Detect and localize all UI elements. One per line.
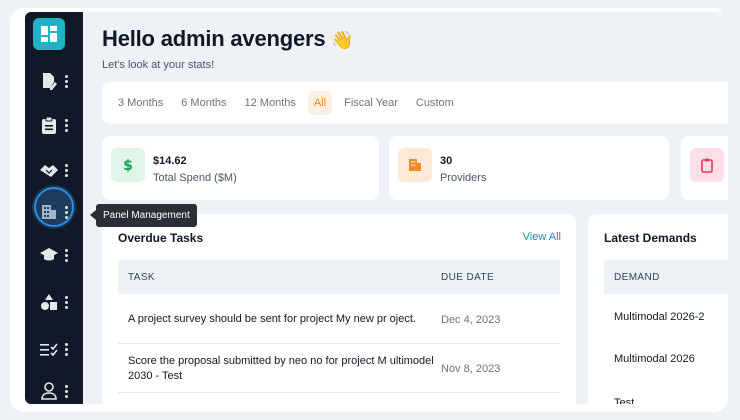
building-icon (39, 202, 59, 222)
dashboard-logo-icon[interactable] (33, 18, 65, 50)
tab-custom[interactable]: Custom (410, 91, 460, 115)
stat-label: Total Spend ($M) (153, 172, 237, 184)
column-header-due-date[interactable]: DUE DATE (441, 272, 494, 283)
sidebar-item-training[interactable] (25, 240, 83, 270)
tab-3-months[interactable]: 3 Months (112, 91, 169, 115)
tab-all[interactable]: All (307, 91, 333, 115)
tab-6-months[interactable]: 6 Months (175, 91, 232, 115)
table-row[interactable]: Score the proposal submitted by neo no f… (118, 345, 560, 393)
column-header-task[interactable]: TASK (118, 272, 441, 283)
task-cell: Score the proposal submitted by neo no f… (128, 354, 434, 382)
user-icon (39, 381, 59, 401)
stat-value: 30 (440, 155, 453, 167)
sidebar-item-categories[interactable] (25, 287, 83, 317)
tab-fiscal-year[interactable]: Fiscal Year (338, 91, 404, 115)
demand-cell: Multimodal 2026-2 (614, 310, 705, 323)
wave-icon: 👋 (331, 30, 354, 50)
table-row[interactable]: Multimodal 2026 (604, 338, 728, 380)
sidebar (25, 12, 83, 404)
shapes-icon (39, 292, 59, 312)
more-options-icon[interactable] (65, 295, 69, 309)
sidebar-item-panel-management[interactable] (25, 197, 83, 227)
sidebar-item-tasks[interactable] (25, 110, 83, 140)
table-row[interactable]: Test (604, 382, 728, 405)
card-title: Latest Demands (604, 231, 697, 245)
sidebar-item-documents[interactable] (25, 66, 83, 96)
stat-label: Providers (440, 172, 487, 184)
clipboard-icon (39, 115, 59, 135)
more-options-icon[interactable] (65, 118, 69, 132)
sidebar-item-partners[interactable] (25, 155, 83, 185)
stat-card-providers[interactable]: 30 Providers (389, 136, 669, 200)
page-title: Hello admin avengers 👋 (102, 26, 354, 52)
graduation-cap-icon (39, 245, 59, 265)
column-header-demand[interactable]: DEMAND (604, 272, 660, 283)
date-range-tabs: 3 Months 6 Months 12 Months All Fiscal Y… (102, 82, 728, 124)
greeting-text: Hello admin avengers (102, 26, 326, 51)
demand-cell: Multimodal 2026 (614, 352, 695, 365)
view-all-link[interactable]: View All (523, 231, 561, 243)
stat-card-demands[interactable] (681, 136, 728, 200)
building-icon (398, 148, 432, 182)
more-options-icon[interactable] (65, 384, 69, 398)
more-options-icon[interactable] (65, 205, 69, 219)
overdue-tasks-card: Overdue Tasks View All TASK DUE DATE A p… (102, 214, 576, 404)
table-row[interactable]: Multimodal 2026-2 (604, 296, 728, 338)
due-date-cell: Dec 4, 2023 (441, 313, 501, 326)
clipboard-icon (690, 148, 724, 182)
due-date-cell: Nov 8, 2023 (441, 362, 501, 375)
latest-demands-card: Latest Demands DEMAND Multimodal 2026-2 … (588, 214, 728, 404)
stat-card-total-spend[interactable]: $ $14.62 Total Spend ($M) (102, 136, 379, 200)
table-header: DEMAND (604, 260, 728, 294)
table-header: TASK DUE DATE (118, 260, 560, 294)
stat-value: $14.62 (153, 155, 187, 167)
task-cell: A project survey should be sent for proj… (128, 313, 416, 325)
sidebar-item-checklist[interactable] (25, 334, 83, 364)
sidebar-tooltip: Panel Management (90, 204, 197, 227)
checklist-icon (39, 339, 59, 359)
page-subtitle: Let's look at your stats! (102, 59, 215, 71)
card-title: Overdue Tasks (118, 231, 204, 245)
more-options-icon[interactable] (65, 74, 69, 88)
app-frame: Hello admin avengers 👋 Let's look at you… (10, 8, 728, 412)
handshake-icon (39, 160, 59, 180)
sidebar-item-users[interactable] (25, 376, 83, 406)
demand-cell: Test (614, 396, 635, 405)
svg-text:$: $ (123, 158, 133, 174)
dollar-icon: $ (111, 148, 145, 182)
more-options-icon[interactable] (65, 163, 69, 177)
edit-document-icon (39, 71, 59, 91)
more-options-icon[interactable] (65, 342, 69, 356)
tab-12-months[interactable]: 12 Months (239, 91, 302, 115)
table-row[interactable]: A project survey should be sent for proj… (118, 296, 560, 344)
more-options-icon[interactable] (65, 248, 69, 262)
